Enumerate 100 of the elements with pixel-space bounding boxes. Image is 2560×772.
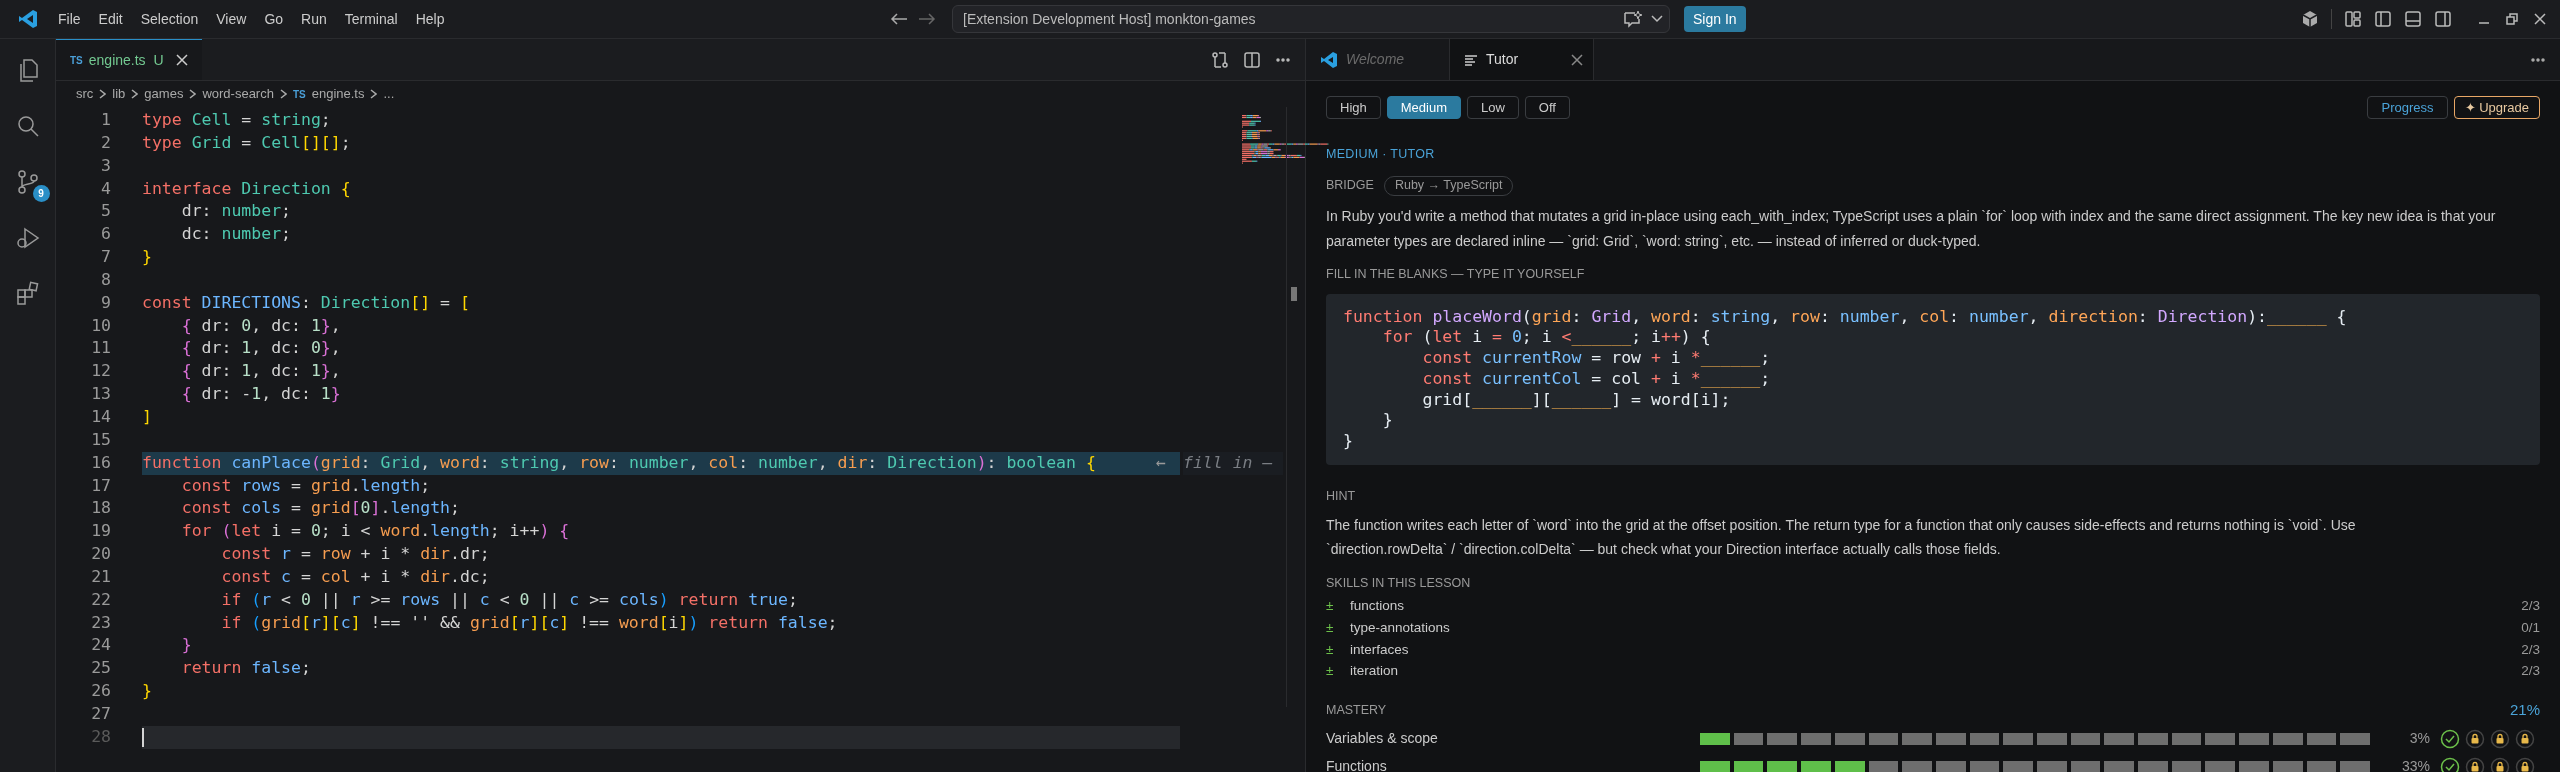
mode-label: MEDIUM · TUTOR [1326, 146, 1436, 163]
code-line: grid[______][______] = word[i]; [1421, 389, 1732, 411]
editor-tab[interactable]: TS engine.ts U [56, 39, 202, 80]
level-button[interactable]: High [1326, 96, 1381, 119]
code-line: dc: number; [180, 223, 293, 246]
chat-sparkle-icon[interactable] [1623, 10, 1643, 28]
command-center[interactable]: [Extension Development Host] monkton-games [952, 5, 1670, 33]
close-icon[interactable] [175, 54, 188, 66]
panel-tab[interactable]: Tutor [1450, 39, 1594, 80]
line-number: 3 [100, 154, 112, 177]
plus-minus-icon: ± [1326, 618, 1350, 639]
sign-in-button[interactable]: Sign In [1684, 6, 1746, 32]
code-line: if (r < 0 || r >= rows || c < 0 || c >= cols) return true; [220, 588, 799, 611]
line-number: 16 [90, 451, 112, 474]
plus-minus-icon: ± [1326, 596, 1350, 617]
chevron-right-icon [131, 89, 139, 99]
menu-item[interactable]: Terminal [335, 8, 407, 30]
back-arrow-icon[interactable] [890, 12, 908, 26]
line-number: 6 [100, 223, 112, 246]
code-line: { dr: 1, dc: 1}, [180, 360, 342, 383]
forward-arrow-icon[interactable] [918, 12, 936, 26]
line-number: 12 [90, 360, 112, 383]
line-number: 4 [100, 177, 112, 200]
chevron-right-icon [99, 89, 107, 99]
progress-button[interactable]: Progress [2367, 96, 2448, 119]
typescript-icon: TS [70, 52, 83, 68]
level-button[interactable]: Medium [1386, 96, 1461, 119]
extensions-icon[interactable] [14, 281, 41, 307]
git-status: U [153, 50, 164, 70]
restore-icon[interactable] [2504, 11, 2520, 27]
file-name: engine.ts [88, 50, 146, 70]
code-line: ] [142, 405, 153, 428]
lock-icon [2490, 756, 2510, 772]
code-line: { dr: 1, dc: 0}, [180, 337, 342, 360]
line-number: 24 [90, 634, 112, 657]
breadcrumb[interactable]: games [144, 84, 184, 104]
code-line: } [142, 246, 153, 269]
level-button[interactable]: Low [1467, 96, 1519, 119]
breadcrumb[interactable]: word-search [202, 84, 274, 104]
compare-icon[interactable] [1211, 50, 1229, 69]
skill-count: 2/3 [2521, 640, 2540, 659]
line-number: 15 [90, 428, 112, 451]
menu-item[interactable]: Go [255, 8, 293, 30]
level-button[interactable]: Off [1524, 96, 1570, 119]
breadcrumb[interactable]: lib [112, 84, 126, 104]
skill-count: 2/3 [2521, 597, 2540, 616]
chevron-down-icon[interactable] [1651, 15, 1663, 23]
code-line: const DIRECTIONS: Direction[] = [ [142, 291, 471, 314]
lock-icon [2515, 756, 2535, 772]
chevron-right-icon [370, 89, 378, 99]
close-icon[interactable] [1571, 53, 1583, 66]
logo-icon [17, 8, 39, 30]
code-line: dr: number; [180, 200, 293, 223]
skill-name: iteration [1350, 662, 1399, 681]
code-line: type Cell = string; [142, 109, 332, 131]
arrow-icon: ← [1156, 451, 1166, 475]
code-line: const r = row + i * dir.dr; [220, 543, 491, 566]
code-line: const rows = grid.length; [180, 474, 432, 497]
layout-icon[interactable] [2344, 10, 2362, 28]
mastery-total: 21% [2509, 700, 2540, 721]
hint-text: The function writes each letter of `word` into the grid at the offset position. The return type for a function that only causes side-effects and returns nothing is `void`. Use `direction.rowDelta` / `direction.colDelta` — but check what your Direction interface actually calls those fields. [1326, 515, 2357, 559]
menu-item[interactable]: Edit [89, 8, 132, 30]
code-line: { dr: 0, dc: 1}, [180, 314, 342, 337]
menu-item[interactable]: Help [406, 8, 454, 30]
upgrade-button[interactable]: ✦ Upgrade [2453, 96, 2540, 119]
line-number: 17 [90, 474, 112, 497]
cube-icon[interactable] [2301, 10, 2319, 28]
menu-item[interactable]: Run [292, 8, 336, 30]
menu-item[interactable]: File [49, 8, 90, 30]
breadcrumb[interactable]: ... [383, 84, 395, 104]
code-line: const currentRow = row + i *______; [1421, 348, 1772, 369]
line-number: 18 [90, 497, 112, 520]
skill-name: type-annotations [1350, 619, 1450, 637]
code-line: } [1381, 410, 1394, 432]
menu-item[interactable]: Selection [131, 8, 208, 30]
close-icon[interactable] [2532, 11, 2548, 27]
line-number: 27 [90, 702, 112, 725]
skill-name: Variables & scope [1326, 729, 1439, 749]
bottom-panel-icon[interactable] [2404, 10, 2422, 28]
line-number: 14 [90, 405, 112, 428]
section-label: HINT [1326, 488, 1357, 506]
breadcrumb[interactable]: engine.ts [311, 84, 365, 104]
count-badge: 9 [32, 185, 50, 202]
code-line: interface Direction { [142, 177, 352, 200]
chevron-right-icon [189, 89, 197, 99]
right-sidebar-icon[interactable] [2434, 10, 2452, 28]
logo-icon [1320, 50, 1338, 69]
breadcrumb[interactable]: src [76, 84, 94, 104]
lock-icon [2490, 728, 2510, 749]
line-number: 7 [100, 246, 112, 269]
line-number: 23 [90, 611, 112, 634]
menu-item[interactable]: View [207, 8, 256, 30]
line-number: 20 [90, 543, 112, 566]
skill-count: 0/1 [2521, 619, 2540, 637]
skill-name: interfaces [1350, 640, 1409, 659]
section-label: FILL IN THE BLANKS — TYPE IT YOURSELF [1326, 265, 1586, 283]
run-debug-icon[interactable] [14, 225, 41, 251]
scrollbar-thumb[interactable] [1291, 287, 1297, 301]
left-sidebar-icon[interactable] [2374, 10, 2392, 28]
split-editor-icon[interactable] [1243, 50, 1261, 69]
